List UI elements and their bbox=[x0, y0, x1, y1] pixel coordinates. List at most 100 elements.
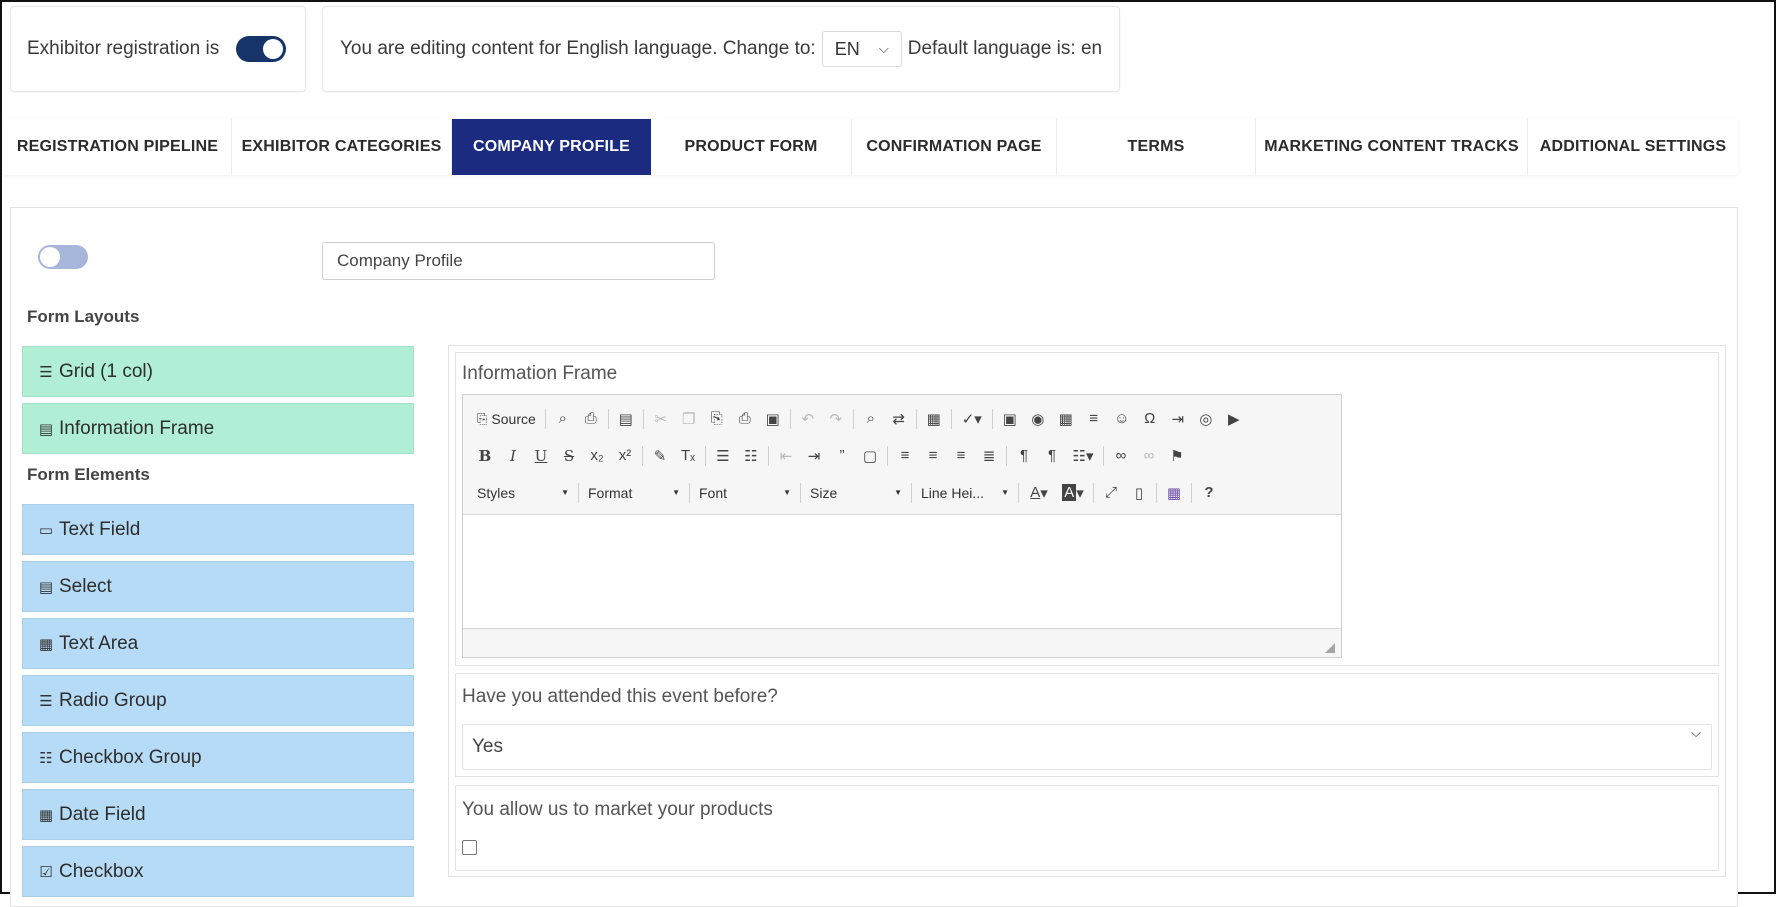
palette-text-area[interactable]: ▦ Text Area bbox=[22, 618, 414, 669]
undo-icon[interactable]: ↶ bbox=[794, 405, 822, 433]
tab-terms[interactable]: TERMS bbox=[1057, 119, 1256, 175]
palette-radio-group[interactable]: ☰ Radio Group bbox=[22, 675, 414, 726]
justify-icon[interactable]: ≣ bbox=[975, 442, 1003, 470]
outdent-icon[interactable]: ⇤ bbox=[772, 442, 800, 470]
chevron-down-icon: ▼ bbox=[561, 488, 569, 497]
ltr-icon[interactable]: ¶ bbox=[1010, 442, 1038, 470]
palette-information-frame[interactable]: ▤ Information Frame bbox=[22, 403, 414, 454]
paste-text-icon[interactable]: ⎙ bbox=[731, 405, 759, 433]
toolbar-separator bbox=[642, 408, 644, 429]
palette-grid-1-col[interactable]: ☰ Grid (1 col) bbox=[22, 346, 414, 397]
chevron-down-icon: ▼ bbox=[1001, 488, 1009, 497]
tab-confirmation-page[interactable]: CONFIRMATION PAGE bbox=[852, 119, 1057, 175]
styles-combo[interactable]: Styles ▼ bbox=[471, 480, 575, 506]
toolbar-separator bbox=[915, 408, 917, 429]
marketing-consent-checkbox[interactable] bbox=[462, 840, 477, 855]
language-menu-icon[interactable]: ☷▾ bbox=[1066, 442, 1100, 470]
align-center-icon[interactable]: ≡ bbox=[919, 442, 947, 470]
strikethrough-icon[interactable]: S bbox=[555, 442, 583, 470]
print-icon[interactable]: ⎙ bbox=[577, 405, 605, 433]
special-char-icon[interactable]: Ω bbox=[1136, 405, 1164, 433]
attended-question-value: Yes bbox=[472, 736, 503, 757]
size-combo[interactable]: Size ▼ bbox=[804, 480, 908, 506]
marketing-consent-label: You allow us to market your products bbox=[462, 799, 773, 820]
tab-registration-pipeline[interactable]: REGISTRATION PIPELINE bbox=[4, 119, 232, 175]
source-button[interactable]: ⎘ Source bbox=[471, 405, 542, 433]
remove-format-icon[interactable]: Tₓ bbox=[674, 442, 702, 470]
replace-icon[interactable]: ⇄ bbox=[885, 405, 913, 433]
subscript-icon[interactable]: x₂ bbox=[583, 442, 611, 470]
marketing-consent-block[interactable] bbox=[455, 785, 1719, 871]
resize-handle-icon[interactable] bbox=[1325, 643, 1335, 653]
language-text: You are editing content for English lang… bbox=[340, 38, 816, 59]
attended-question-label: Have you attended this event before? bbox=[462, 686, 778, 707]
palette-checkbox[interactable]: ☑ Checkbox bbox=[22, 846, 414, 897]
grid-rows-icon: ☰ bbox=[39, 363, 53, 381]
underline-icon[interactable]: U bbox=[527, 442, 555, 470]
form-enabled-toggle[interactable] bbox=[38, 245, 88, 269]
cut-icon[interactable]: ✂ bbox=[647, 405, 675, 433]
numbered-list-icon[interactable]: ☰ bbox=[709, 442, 737, 470]
redo-icon[interactable]: ↷ bbox=[822, 405, 850, 433]
select-all-icon[interactable]: ▦ bbox=[920, 405, 948, 433]
copy-icon[interactable]: ❐ bbox=[675, 405, 703, 433]
registration-toggle[interactable] bbox=[236, 36, 287, 62]
paste-icon[interactable]: ⎘ bbox=[703, 405, 731, 433]
font-combo[interactable]: Font ▼ bbox=[693, 480, 797, 506]
tab-company-profile[interactable]: COMPANY PROFILE bbox=[452, 119, 651, 175]
preview-icon[interactable]: ⌕ bbox=[549, 405, 577, 433]
table-icon[interactable]: ▦ bbox=[1052, 405, 1080, 433]
copy-format-icon[interactable]: ✎ bbox=[646, 442, 674, 470]
palette-date-field[interactable]: ▦ Date Field bbox=[22, 789, 414, 840]
unlink-icon[interactable]: ∞ bbox=[1135, 442, 1163, 470]
form-title-input[interactable] bbox=[322, 242, 715, 280]
help-icon[interactable]: ? bbox=[1195, 479, 1223, 507]
tab-additional-settings[interactable]: ADDITIONAL SETTINGS bbox=[1528, 119, 1738, 175]
attended-question-select[interactable]: Yes ⌵ bbox=[462, 724, 1712, 770]
line-height-combo[interactable]: Line Hei... ▼ bbox=[915, 480, 1015, 506]
toolbar-separator bbox=[607, 408, 609, 429]
show-blocks-icon[interactable]: ▯ bbox=[1125, 479, 1153, 507]
format-combo[interactable]: Format ▼ bbox=[582, 480, 686, 506]
youtube-icon[interactable]: ▶ bbox=[1220, 405, 1248, 433]
smiley-icon[interactable]: ☺ bbox=[1108, 405, 1136, 433]
toolbar-separator bbox=[642, 445, 643, 466]
italic-icon[interactable]: I bbox=[499, 442, 527, 470]
language-select[interactable]: EN ⌵ bbox=[821, 31, 902, 67]
rtl-icon[interactable]: ¶ bbox=[1038, 442, 1066, 470]
spellcheck-icon[interactable]: ✓▾ bbox=[955, 405, 989, 433]
tab-exhibitor-categories[interactable]: EXHIBITOR CATEGORIES bbox=[232, 119, 452, 175]
iframe-icon[interactable]: ◎ bbox=[1192, 405, 1220, 433]
paste-word-icon[interactable]: ▣ bbox=[759, 405, 787, 433]
background-color-icon[interactable]: A ▾ bbox=[1056, 479, 1090, 507]
page-break-icon[interactable]: ⇥ bbox=[1164, 405, 1192, 433]
anchor-flag-icon[interactable]: ⚑ bbox=[1163, 442, 1191, 470]
templates-icon[interactable]: ▤ bbox=[612, 405, 640, 433]
horizontal-rule-icon[interactable]: ≡ bbox=[1080, 405, 1108, 433]
text-field-icon: ▭ bbox=[38, 521, 54, 539]
tab-product-form[interactable]: PRODUCT FORM bbox=[651, 119, 852, 175]
find-icon[interactable]: ⌕ bbox=[857, 405, 885, 433]
bulleted-list-icon[interactable]: ☷ bbox=[737, 442, 765, 470]
palette-checkbox-group[interactable]: ☷ Checkbox Group bbox=[22, 732, 414, 783]
indent-icon[interactable]: ⇥ bbox=[800, 442, 828, 470]
bold-icon[interactable]: B bbox=[471, 442, 499, 470]
maximize-icon[interactable]: ⤢ bbox=[1097, 479, 1125, 507]
tab-marketing-content-tracks[interactable]: MARKETING CONTENT TRACKS bbox=[1256, 119, 1528, 175]
link-icon[interactable]: ∞ bbox=[1107, 442, 1135, 470]
superscript-icon[interactable]: x² bbox=[611, 442, 639, 470]
align-left-icon[interactable]: ≡ bbox=[891, 442, 919, 470]
palette-select[interactable]: ▤ Select bbox=[22, 561, 414, 612]
editor-content-area[interactable] bbox=[463, 515, 1341, 628]
default-language-text: Default language is: en bbox=[907, 38, 1103, 59]
div-container-icon[interactable]: ▢ bbox=[856, 442, 884, 470]
text-color-icon[interactable]: A ▾ bbox=[1022, 479, 1056, 507]
chevron-down-icon: ⌵ bbox=[1691, 725, 1701, 740]
flash-icon[interactable]: ◉ bbox=[1024, 405, 1052, 433]
align-right-icon[interactable]: ≡ bbox=[947, 442, 975, 470]
grid-plugin-icon[interactable]: ▦ bbox=[1160, 479, 1188, 507]
text-area-icon: ▦ bbox=[38, 635, 54, 653]
image-icon[interactable]: ▣ bbox=[996, 405, 1024, 433]
palette-text-field[interactable]: ▭ Text Field bbox=[22, 504, 414, 555]
blockquote-icon[interactable]: ” bbox=[828, 442, 856, 470]
